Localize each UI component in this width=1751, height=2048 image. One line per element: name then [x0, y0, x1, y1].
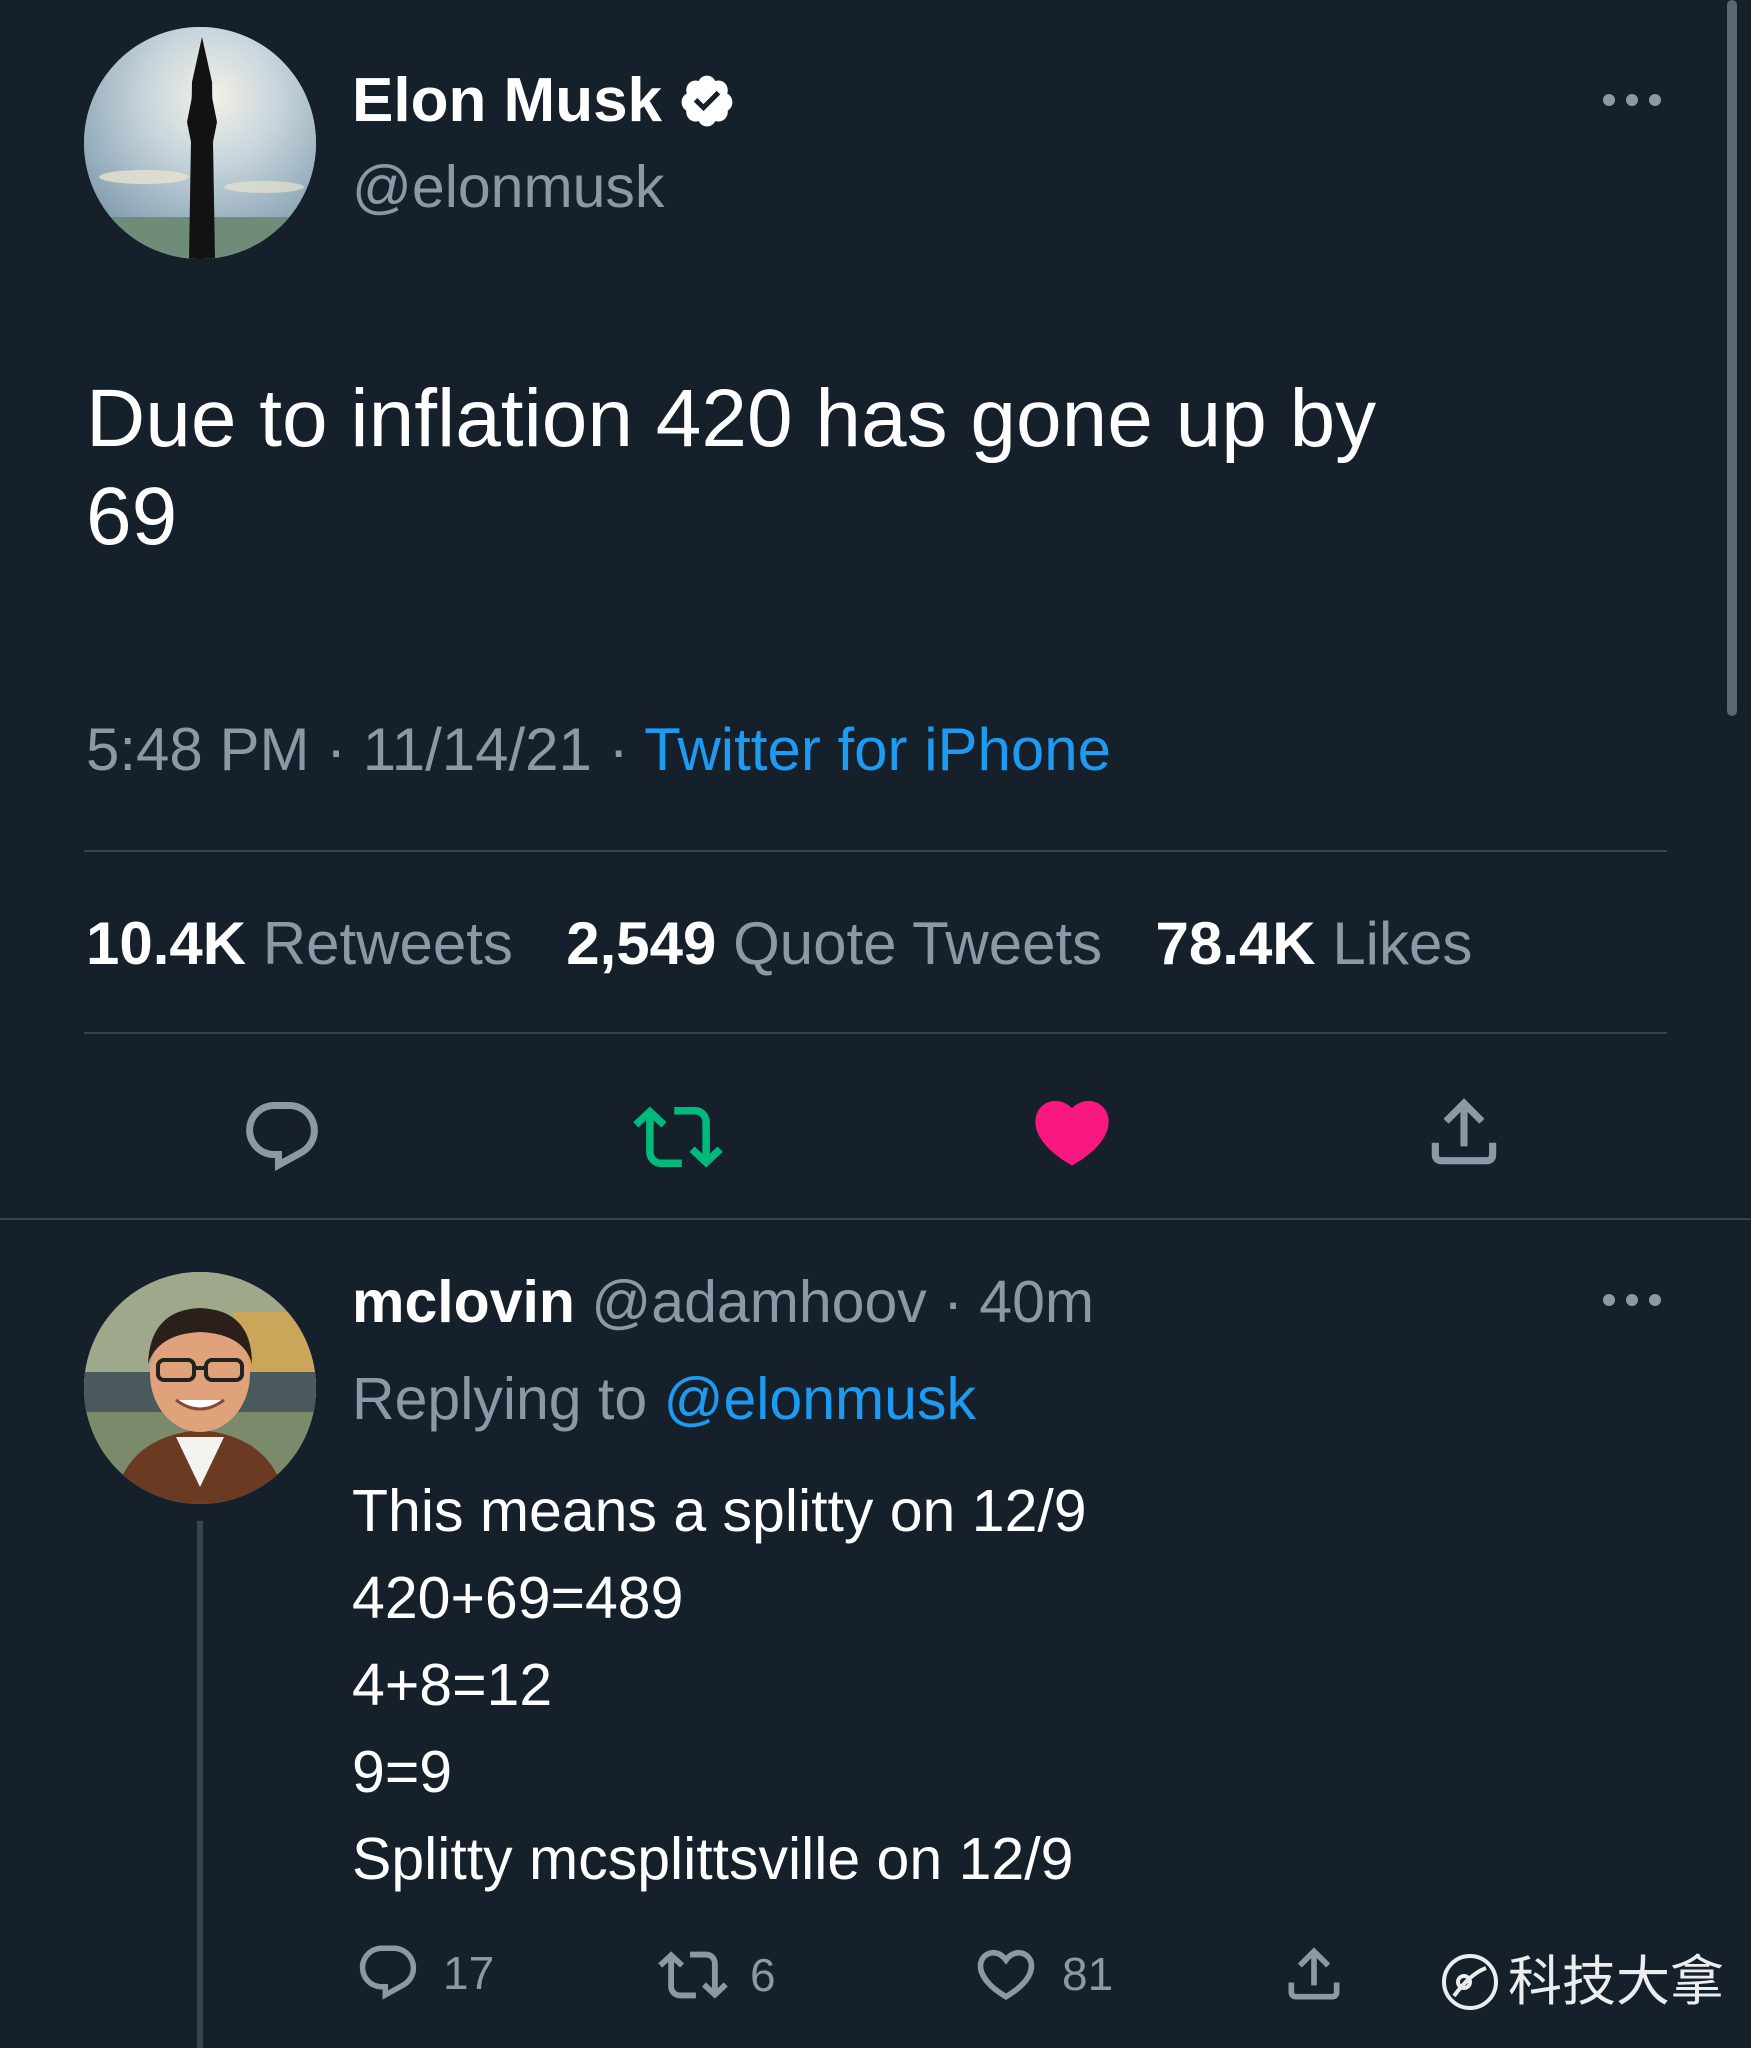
tweet-separator [0, 1218, 1751, 1220]
reply-button[interactable] [230, 1085, 334, 1189]
replying-to-handle[interactable]: @elonmusk [664, 1366, 976, 1432]
watermark-logo-icon [1442, 1954, 1498, 2010]
reply-reply-button[interactable]: 17 [355, 1940, 494, 2006]
tweet-source-link[interactable]: Twitter for iPhone [644, 716, 1111, 783]
reply-replies-count: 17 [443, 1947, 495, 1999]
tweet-time[interactable]: 5:48 PM [86, 716, 309, 783]
share-button[interactable] [1412, 1080, 1516, 1184]
reply-author-name[interactable]: mclovin [352, 1269, 575, 1335]
verified-badge-icon [678, 72, 736, 130]
replying-to: Replying to @elonmusk [352, 1370, 976, 1429]
author-name-row[interactable]: Elon Musk [352, 70, 736, 132]
reply-icon [246, 1102, 318, 1171]
author-name[interactable]: Elon Musk [352, 70, 662, 132]
retweets-count: 10.4K [86, 910, 247, 977]
reply-icon [359, 1945, 417, 2000]
likes-stat[interactable]: 78.4K Likes [1156, 910, 1473, 977]
reply-retweet-button[interactable]: 6 [658, 1940, 776, 2010]
reply-header: mclovin @adamhoov · 40m [352, 1273, 1094, 1332]
quote-tweets-count: 2,549 [566, 910, 717, 977]
likes-label: Likes [1332, 910, 1473, 977]
tweet-meta: 5:48 PM · 11/14/21 · Twitter for iPhone [86, 720, 1111, 780]
retweet-icon [633, 1106, 723, 1168]
retweets-label: Retweets [262, 910, 513, 977]
divider [84, 1032, 1667, 1034]
share-icon [1288, 1947, 1340, 2000]
likes-count: 78.4K [1155, 910, 1316, 977]
heart-icon [1035, 1100, 1109, 1166]
heart-outline-icon [977, 1949, 1035, 2000]
tweet-date[interactable]: 11/14/21 [363, 716, 592, 783]
reply-separator: · [943, 1269, 963, 1335]
retweet-button[interactable] [626, 1085, 730, 1189]
starship-avatar-image [84, 27, 316, 259]
tweet-text: Due to inflation 420 has gone up by 69 [86, 373, 1377, 563]
author-avatar[interactable] [84, 27, 316, 259]
quote-tweets-stat[interactable]: 2,549 Quote Tweets [566, 910, 1102, 977]
thread-connector-line [197, 1521, 203, 2048]
quote-tweets-label: Quote Tweets [733, 910, 1103, 977]
meta-separator: · [608, 716, 629, 783]
more-options-icon[interactable] [1597, 85, 1667, 115]
reply-author-avatar[interactable] [84, 1272, 316, 1504]
reply-author-handle[interactable]: @adamhoov [591, 1269, 926, 1335]
divider [84, 850, 1667, 852]
reply-time[interactable]: 40m [979, 1269, 1094, 1335]
retweets-stat[interactable]: 10.4K Retweets [86, 910, 513, 977]
meta-separator: · [326, 716, 347, 783]
replying-to-label: Replying to [352, 1366, 648, 1432]
reply-likes-count: 81 [1062, 1948, 1114, 2000]
reply-text: This means a splitty on 12/9 420+69=489 … [352, 1478, 1087, 1892]
scrollbar-thumb[interactable] [1727, 0, 1737, 716]
reply-like-button[interactable]: 81 [972, 1940, 1113, 2008]
watermark-text: 科技大拿 [1508, 1952, 1724, 2012]
watermark: 科技大拿 [1440, 1952, 1724, 2012]
author-handle[interactable]: @elonmusk [352, 158, 664, 217]
tweet-stats: 10.4K Retweets 2,549 Quote Tweets 78.4K … [86, 914, 1472, 974]
mclovin-avatar-image [84, 1272, 316, 1504]
reply-share-button[interactable] [1280, 1940, 1348, 2008]
like-button[interactable] [1020, 1080, 1124, 1184]
reply-more-options-icon[interactable] [1597, 1285, 1667, 1315]
retweet-icon [658, 1951, 728, 1999]
share-icon [1431, 1098, 1497, 1165]
reply-retweets-count: 6 [750, 1949, 776, 2001]
